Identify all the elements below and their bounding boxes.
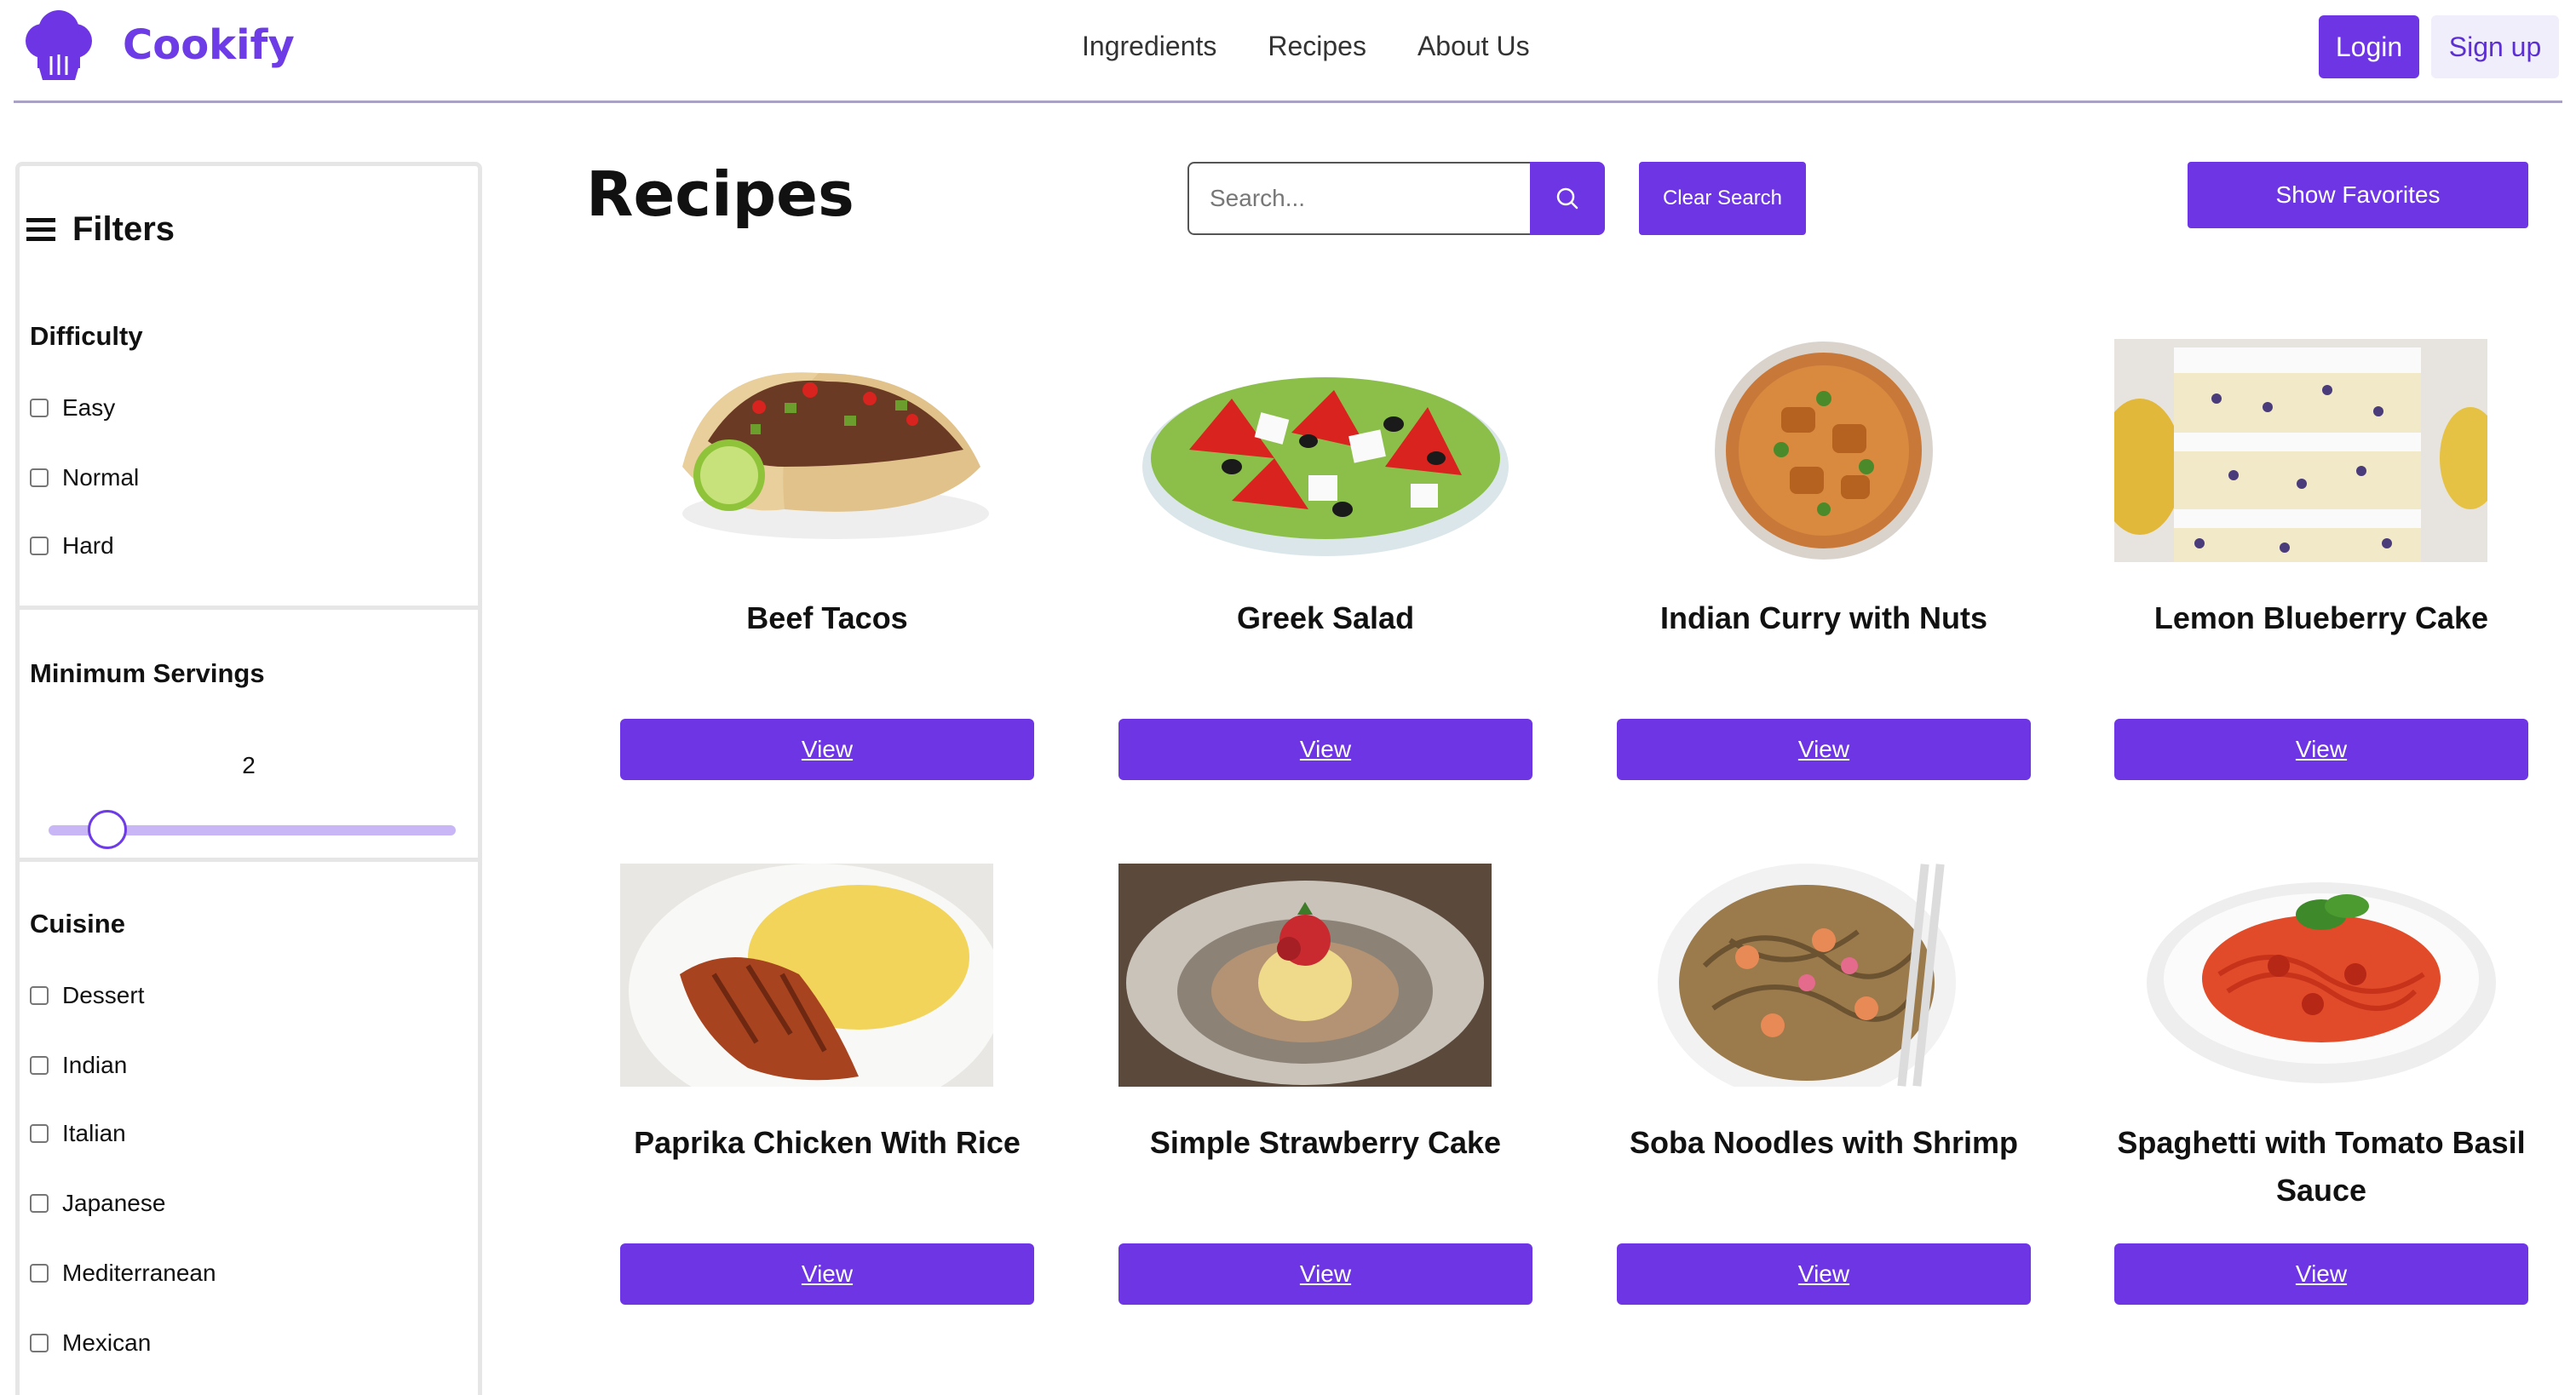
search-button[interactable] xyxy=(1530,162,1605,235)
cuisine-option-dessert[interactable]: Dessert xyxy=(30,982,144,1009)
view-label: View xyxy=(1299,1260,1352,1287)
servings-value: 2 xyxy=(242,752,256,778)
option-label: Mexican xyxy=(62,1329,152,1356)
header-divider xyxy=(14,100,2562,103)
checkbox[interactable] xyxy=(30,986,49,1005)
recipe-title: Greek Salad xyxy=(1236,600,1415,635)
checkbox[interactable] xyxy=(30,1056,49,1075)
lemon-blueberry-cake-image[interactable] xyxy=(2114,339,2487,562)
view-label: View xyxy=(2295,736,2348,762)
indian-curry-image[interactable] xyxy=(1617,339,2031,562)
show-favorites-button[interactable]: Show Favorites xyxy=(2188,162,2528,228)
strawberry-cake-image[interactable] xyxy=(1118,864,1492,1087)
cuisine-option-mexican[interactable]: Mexican xyxy=(30,1329,151,1357)
option-label: Japanese xyxy=(62,1190,166,1216)
view-label: View xyxy=(1797,736,1850,762)
view-label: View xyxy=(1797,1260,1850,1287)
greek-salad-image[interactable] xyxy=(1118,339,1532,562)
recipe-title: Spaghetti with Tomato Basil Sauce xyxy=(2117,1125,2526,1208)
nav-about-us[interactable]: About Us xyxy=(1417,31,1530,62)
view-label: View xyxy=(801,1260,854,1287)
signup-button[interactable]: Sign up xyxy=(2431,15,2559,78)
option-label: Mediterranean xyxy=(62,1260,216,1286)
checkbox[interactable] xyxy=(30,1194,49,1213)
option-label: Italian xyxy=(62,1120,126,1146)
page-title: Recipes xyxy=(586,158,854,230)
login-button[interactable]: Login xyxy=(2319,15,2419,78)
recipe-title: Simple Strawberry Cake xyxy=(1149,1125,1502,1160)
difficulty-option-normal[interactable]: Normal xyxy=(30,464,139,491)
view-recipe-button[interactable]: View xyxy=(1617,1243,2031,1305)
brand-name: Cookify xyxy=(123,21,295,69)
cuisine-option-mediterranean[interactable]: Mediterranean xyxy=(30,1260,216,1287)
view-label: View xyxy=(2295,1260,2348,1287)
brand-logo[interactable]: Cookify xyxy=(20,7,295,83)
recipe-title: Soba Noodles with Shrimp xyxy=(1629,1125,2019,1160)
chef-hat-icon xyxy=(26,10,92,80)
view-recipe-button[interactable]: View xyxy=(2114,1243,2528,1305)
difficulty-option-easy[interactable]: Easy xyxy=(30,394,115,422)
cuisine-title: Cuisine xyxy=(30,909,125,939)
view-recipe-button[interactable]: View xyxy=(620,1243,1034,1305)
view-recipe-button[interactable]: View xyxy=(1617,719,2031,780)
recipe-title: Lemon Blueberry Cake xyxy=(2153,600,2489,635)
difficulty-title: Difficulty xyxy=(30,321,143,351)
nav-ingredients[interactable]: Ingredients xyxy=(1082,31,1216,62)
cuisine-option-indian[interactable]: Indian xyxy=(30,1052,127,1079)
section-divider xyxy=(20,858,478,862)
filters-sidebar: Filters Difficulty Easy Normal Hard Mini… xyxy=(15,162,482,1395)
view-recipe-button[interactable]: View xyxy=(2114,719,2528,780)
filters-title: Filters xyxy=(72,210,175,248)
view-recipe-button[interactable]: View xyxy=(1118,719,1532,780)
view-label: View xyxy=(1299,736,1352,762)
checkbox[interactable] xyxy=(30,1264,49,1283)
cuisine-option-japanese[interactable]: Japanese xyxy=(30,1190,165,1217)
option-label: Hard xyxy=(62,532,114,559)
spaghetti-image[interactable] xyxy=(2114,864,2528,1087)
recipe-title: Indian Curry with Nuts xyxy=(1659,600,1987,635)
recipe-title: Paprika Chicken With Rice xyxy=(634,1125,1021,1160)
filters-header: Filters xyxy=(26,210,175,249)
difficulty-option-hard[interactable]: Hard xyxy=(30,532,114,560)
checkbox[interactable] xyxy=(30,399,49,417)
section-divider xyxy=(20,606,478,610)
checkbox[interactable] xyxy=(30,537,49,555)
view-recipe-button[interactable]: View xyxy=(1118,1243,1532,1305)
beef-tacos-image[interactable] xyxy=(620,339,1034,562)
paprika-chicken-image[interactable] xyxy=(620,864,993,1087)
checkbox[interactable] xyxy=(30,1124,49,1143)
recipe-title: Beef Tacos xyxy=(746,600,908,635)
option-label: Dessert xyxy=(62,982,145,1008)
option-label: Indian xyxy=(62,1052,128,1078)
view-recipe-button[interactable]: View xyxy=(620,719,1034,780)
search-input[interactable]: Search... xyxy=(1187,162,1532,235)
soba-noodles-image[interactable] xyxy=(1617,864,2031,1087)
option-label: Easy xyxy=(62,394,116,421)
main-nav: Ingredients Recipes About Us xyxy=(1082,31,1581,62)
clear-search-button[interactable]: Clear Search xyxy=(1639,162,1806,235)
checkbox[interactable] xyxy=(30,1334,49,1352)
checkbox[interactable] xyxy=(30,468,49,487)
nav-recipes[interactable]: Recipes xyxy=(1268,31,1366,62)
top-navbar: Cookify Ingredients Recipes About Us Log… xyxy=(0,0,2576,100)
option-label: Normal xyxy=(62,464,140,491)
hamburger-menu-icon[interactable] xyxy=(26,217,55,242)
cuisine-option-italian[interactable]: Italian xyxy=(30,1120,126,1147)
servings-slider-thumb[interactable] xyxy=(88,810,127,849)
view-label: View xyxy=(801,736,854,762)
search-icon xyxy=(1556,187,1578,210)
min-servings-title: Minimum Servings xyxy=(30,658,265,688)
